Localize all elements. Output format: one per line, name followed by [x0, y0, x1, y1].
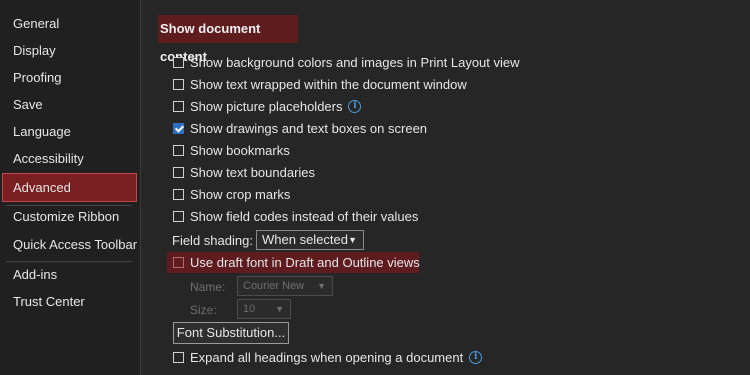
field-shading-value: When selected: [262, 232, 348, 247]
checkbox[interactable]: [173, 56, 184, 68]
info-icon[interactable]: i: [469, 350, 483, 364]
sidebar-item-add-ins[interactable]: Add-ins: [0, 262, 140, 288]
option-show-text-wrapped[interactable]: Show text wrapped within the document wi…: [173, 74, 467, 94]
option-label: Expand all headings when opening a docum…: [190, 349, 464, 365]
checkbox[interactable]: [173, 257, 184, 268]
sidebar-item-save[interactable]: Save: [0, 92, 140, 118]
font-size-value: 10: [243, 303, 256, 315]
option-label: Show picture placeholders: [190, 98, 343, 114]
font-substitution-button[interactable]: Font Substitution...: [173, 322, 289, 344]
advanced-options-panel: Show document content Show background co…: [141, 0, 750, 375]
sidebar-item-trust-center[interactable]: Trust Center: [0, 289, 140, 315]
option-show-bookmarks[interactable]: Show bookmarks: [173, 140, 290, 160]
option-label: Show crop marks: [190, 186, 291, 202]
sidebar-item-display[interactable]: Display: [0, 38, 140, 64]
checkbox[interactable]: [173, 351, 184, 363]
font-name-dropdown[interactable]: Courier New ▼: [237, 276, 333, 296]
size-label: Size:: [190, 303, 217, 317]
sidebar-item-general[interactable]: General: [0, 11, 140, 37]
field-shading-dropdown[interactable]: When selected ▼: [256, 230, 364, 250]
option-label: Show text boundaries: [190, 164, 316, 180]
option-show-field-codes[interactable]: Show field codes instead of their values: [173, 206, 418, 226]
sidebar-item-customize-ribbon[interactable]: Customize Ribbon: [0, 204, 140, 230]
option-use-draft-font[interactable]: Use draft font in Draft and Outline view…: [167, 252, 420, 273]
option-label: Show bookmarks: [190, 142, 290, 158]
name-label: Name:: [190, 280, 226, 294]
checkbox[interactable]: [173, 100, 184, 112]
chevron-down-icon: ▼: [348, 235, 357, 245]
checkbox[interactable]: [173, 166, 184, 178]
options-sidebar: General Display Proofing Save Language A…: [0, 0, 141, 375]
section-title: Show document content: [158, 15, 298, 64]
checkbox[interactable]: [173, 78, 184, 90]
option-show-picture-placeholders[interactable]: Show picture placeholders i: [173, 96, 362, 116]
field-shading-label: Field shading:: [172, 233, 253, 248]
option-show-background-colors[interactable]: Show background colors and images in Pri…: [173, 52, 520, 72]
option-label: Use draft font in Draft and Outline view…: [190, 255, 420, 270]
font-name-value: Courier New: [243, 280, 305, 292]
option-show-drawings[interactable]: Show drawings and text boxes on screen: [173, 118, 427, 138]
option-show-crop-marks[interactable]: Show crop marks: [173, 184, 290, 204]
sidebar-item-advanced[interactable]: Advanced: [2, 173, 137, 202]
sidebar-item-quick-access-toolbar[interactable]: Quick Access Toolbar: [0, 232, 140, 258]
chevron-down-icon: ▼: [275, 304, 284, 314]
font-size-dropdown[interactable]: 10 ▼: [237, 299, 291, 319]
option-expand-headings[interactable]: Expand all headings when opening a docum…: [173, 347, 483, 367]
option-label: Show drawings and text boxes on screen: [190, 120, 428, 136]
checkbox[interactable]: [173, 188, 184, 200]
option-label: Show background colors and images in Pri…: [190, 54, 520, 70]
sidebar-item-accessibility[interactable]: Accessibility: [0, 146, 140, 172]
sidebar-item-proofing[interactable]: Proofing: [0, 65, 140, 91]
checkbox[interactable]: [173, 144, 184, 156]
sidebar-item-language[interactable]: Language: [0, 119, 140, 145]
option-label: Show text wrapped within the document wi…: [190, 76, 467, 92]
chevron-down-icon: ▼: [317, 281, 326, 291]
info-icon[interactable]: i: [348, 99, 362, 113]
option-label: Show field codes instead of their values: [190, 208, 419, 224]
checkbox[interactable]: [173, 210, 184, 222]
checkbox-checked[interactable]: [173, 122, 184, 134]
option-show-text-boundaries[interactable]: Show text boundaries: [173, 162, 315, 182]
